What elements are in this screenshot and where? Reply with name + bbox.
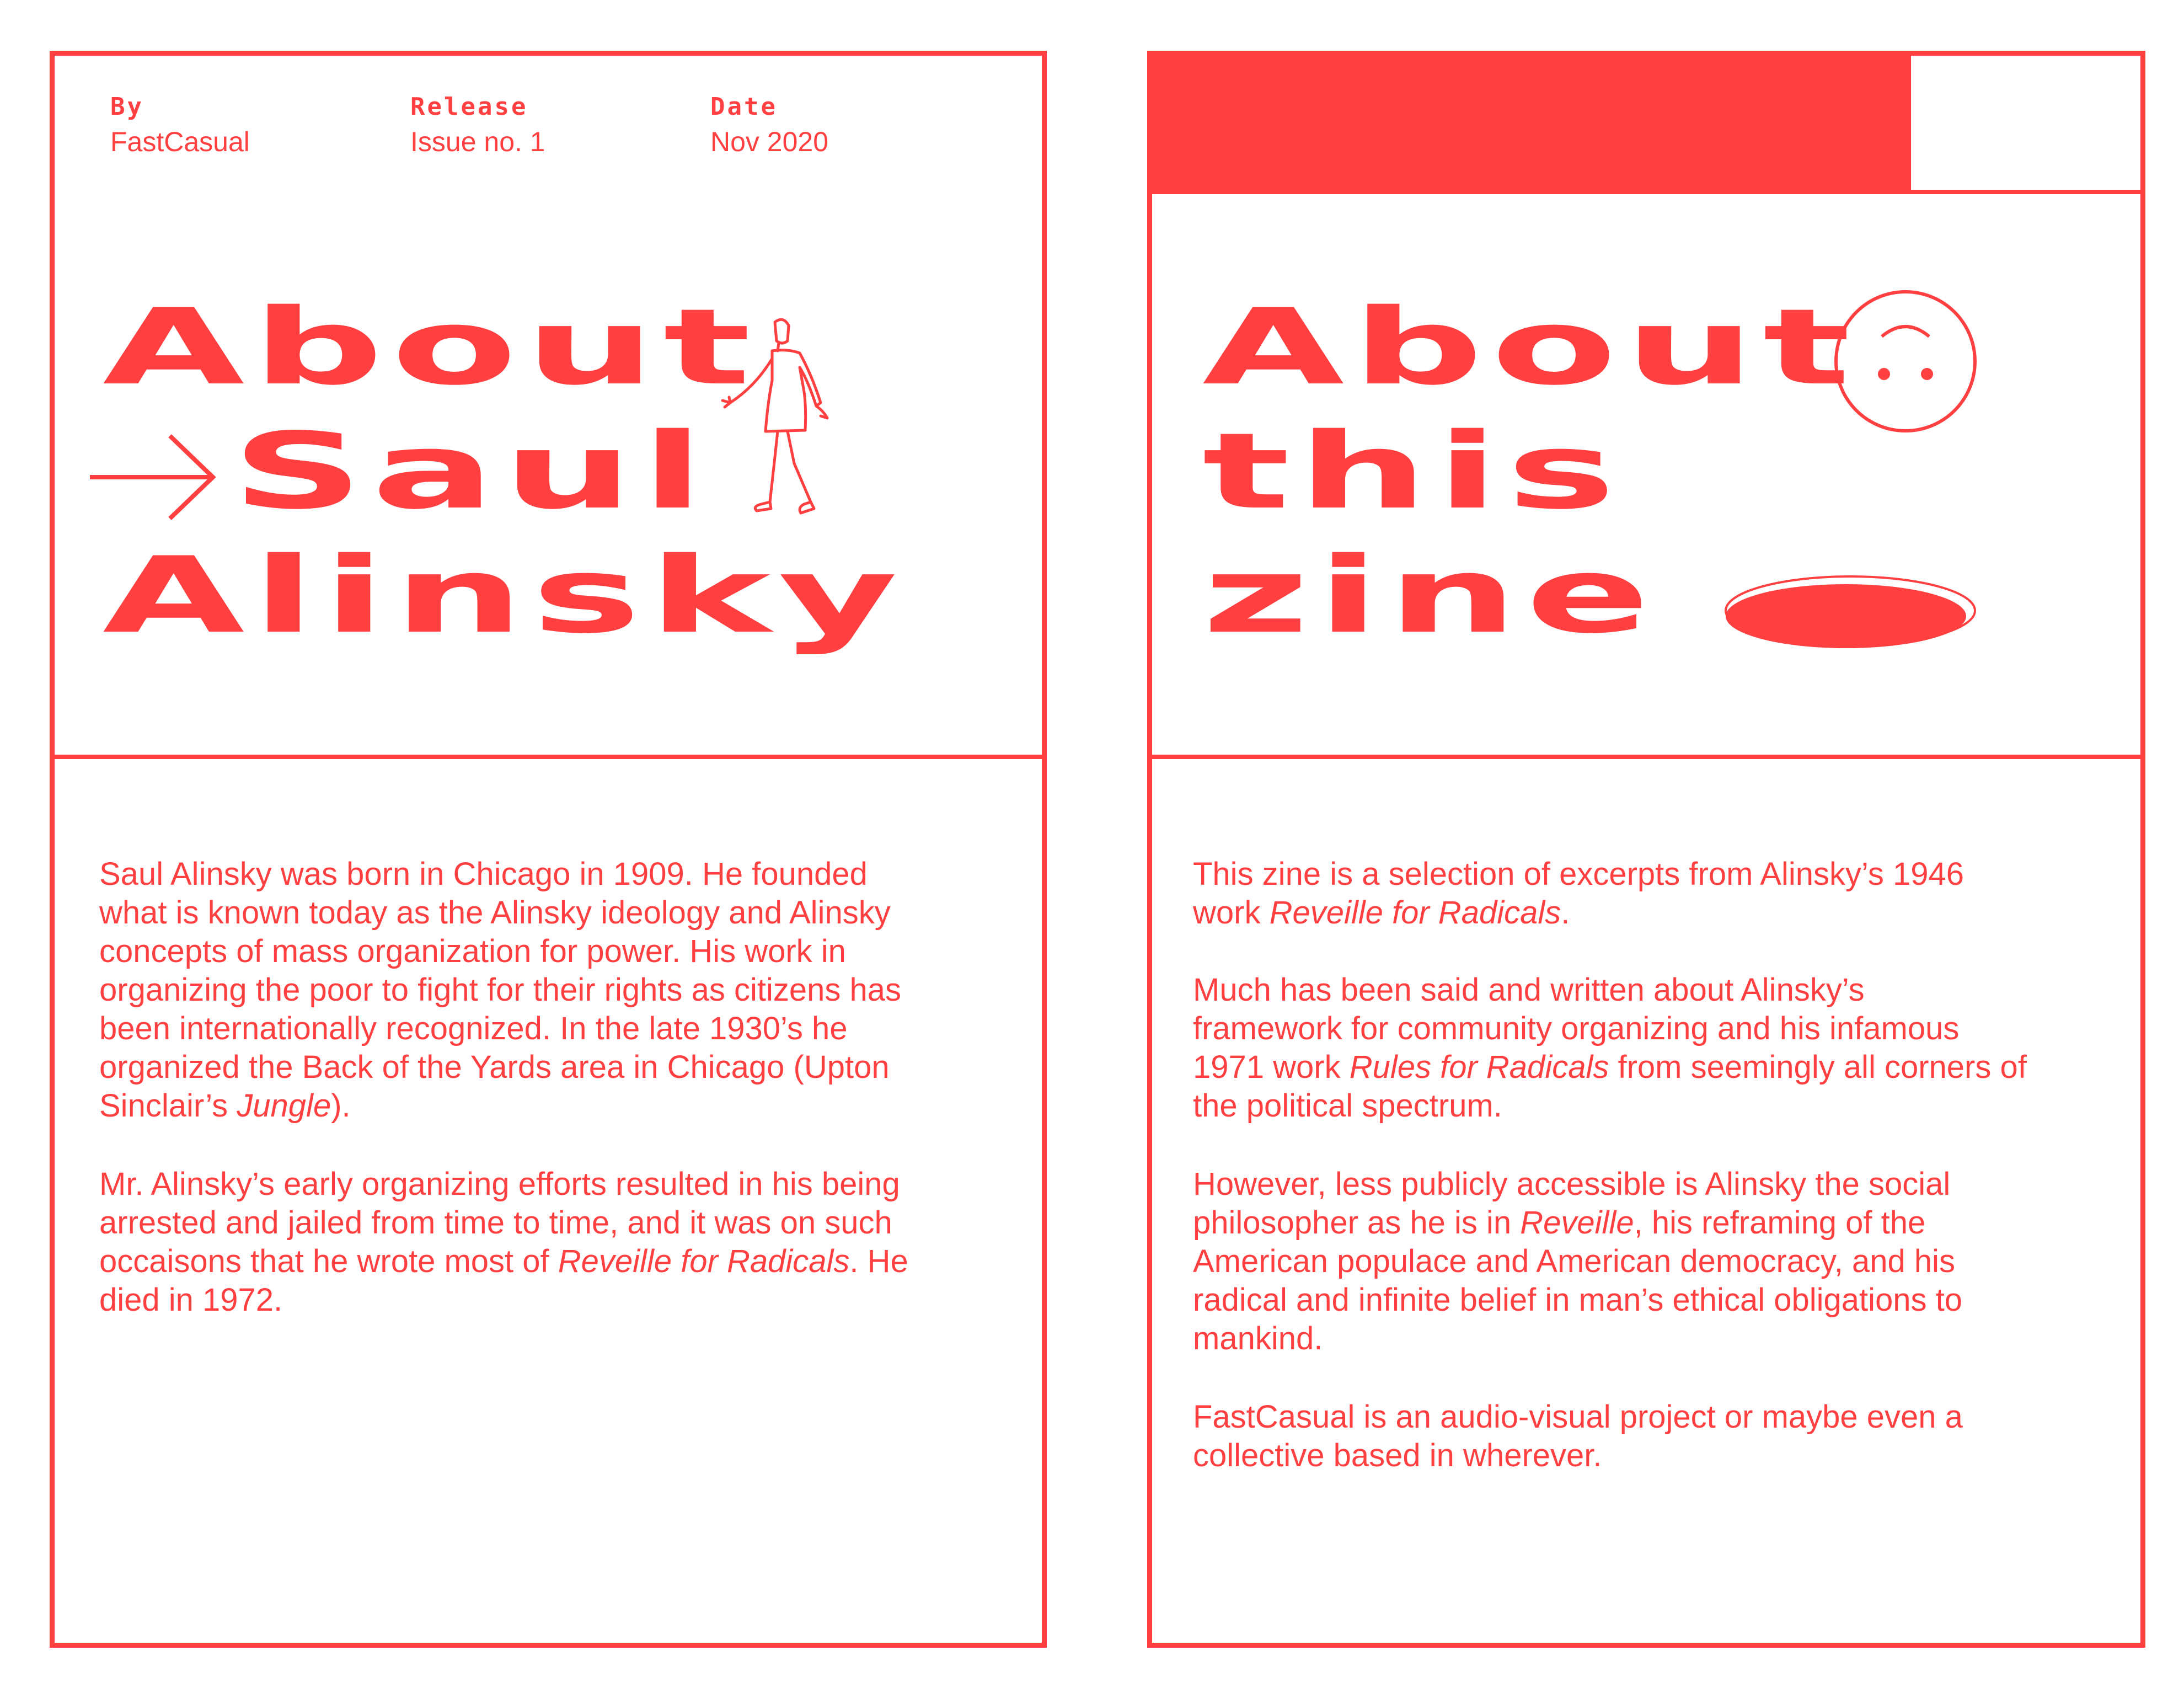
right-p3-line-2-em: Reveille [1520,1205,1634,1241]
left-p2-line-4: died in 1972. [99,1282,283,1318]
left-p2-line-2: arrested and jailed from time to time, a… [99,1205,892,1241]
left-p1-line-7-post: ). [331,1088,351,1124]
right-paragraph-1: This zine is a selection of excerpts fro… [1193,855,1964,932]
right-p3-line-2: philosopher as he is in Reveille, his re… [1193,1204,1962,1242]
right-p1-line-2-pre: work [1193,895,1270,931]
meta-date-value: Nov 2020 [710,126,829,157]
right-p3-line-2-pre: philosopher as he is in [1193,1205,1521,1241]
right-title-line-3: zine [1202,535,1658,656]
left-p1-line-2: what is known today as the Alinsky ideol… [99,895,891,931]
left-p2-line-3-em: Reveille for Radicals [558,1243,850,1279]
right-p1-line-2-post: . [1561,895,1570,931]
left-p2-line-3-pre: occaisons that he wrote most of [99,1243,558,1279]
left-p1-line-7: Sinclair’s Jungle). [99,1087,901,1125]
left-title-line-2: Saul [232,410,712,532]
smiley-face-icon [1834,290,1977,432]
left-p1-line-7-em: Jungle [237,1088,331,1124]
left-paragraph-1: Saul Alinsky was born in Chicago in 1909… [99,855,901,1125]
right-paragraph-4: FastCasual is an audio-visual project or… [1193,1398,1963,1475]
right-p3-line-2-post: , his reframing of the [1634,1205,1926,1241]
arrow-right-icon [90,434,216,520]
right-p3-line-4: radical and infinite belief in man’s eth… [1193,1282,1963,1318]
left-page-divider [50,755,1047,759]
right-paragraph-2: Much has been said and written about Ali… [1193,971,2027,1125]
left-p1-line-6: organized the Back of the Yards area in … [99,1049,890,1085]
left-title-line-3: Alinsky [103,535,906,656]
right-p2-line-3-em: Rules for Radicals [1349,1049,1609,1085]
meta-release-value: Issue no. 1 [410,126,545,157]
right-header-bar [1147,51,1911,192]
hole-icon [1725,575,1976,648]
left-p1-line-4: organizing the poor to fight for their r… [99,972,901,1008]
meta-date-label: Date [710,93,778,121]
left-paragraph-2: Mr. Alinsky’s early organizing efforts r… [99,1165,908,1320]
right-paragraph-3: However, less publicly accessible is Ali… [1193,1165,1962,1358]
meta-release-label: Release [410,93,528,121]
left-p1-line-3: concepts of mass organization for power.… [99,933,846,969]
meta-by-label: By [110,93,144,121]
right-p3-line-3: American populace and American democracy… [1193,1243,1956,1279]
right-p4-line-2: collective based in wherever. [1193,1438,1602,1473]
right-p2-line-3: 1971 work Rules for Radicals from seemin… [1193,1048,2027,1087]
right-p2-line-3-pre: 1971 work [1193,1049,1350,1085]
right-p3-line-1: However, less publicly accessible is Ali… [1193,1166,1951,1202]
right-header-divider [1147,190,2145,194]
right-title-line-2: this [1202,410,1624,532]
right-p1-line-2: work Reveille for Radicals. [1193,894,1964,932]
left-p2-line-3-post: . He [849,1243,908,1279]
right-p1-line-2-em: Reveille for Radicals [1269,895,1561,931]
left-p1-line-5: been internationally recognized. In the … [99,1011,848,1046]
right-p3-line-5: mankind. [1193,1321,1323,1356]
right-title-line-1: About [1202,286,1859,408]
left-p2-line-1: Mr. Alinsky’s early organizing efforts r… [99,1166,900,1202]
right-page-divider [1147,755,2145,759]
left-title-line-1: About [103,286,759,408]
right-p2-line-1: Much has been said and written about Ali… [1193,972,1865,1008]
right-p2-line-4: the political spectrum. [1193,1088,1502,1124]
right-p4-line-1: FastCasual is an audio-visual project or… [1193,1399,1963,1435]
right-p2-line-2: framework for community organizing and h… [1193,1011,1960,1046]
left-p1-line-1: Saul Alinsky was born in Chicago in 1909… [99,856,868,892]
meta-by-value: FastCasual [110,126,250,157]
walking-man-icon [721,318,829,515]
left-p2-line-3: occaisons that he wrote most of Reveille… [99,1242,908,1281]
left-p1-line-7-pre: Sinclair’s [99,1088,237,1124]
right-p2-line-3-post: from seemingly all corners of [1609,1049,2027,1085]
right-p1-line-1: This zine is a selection of excerpts fro… [1193,856,1964,892]
